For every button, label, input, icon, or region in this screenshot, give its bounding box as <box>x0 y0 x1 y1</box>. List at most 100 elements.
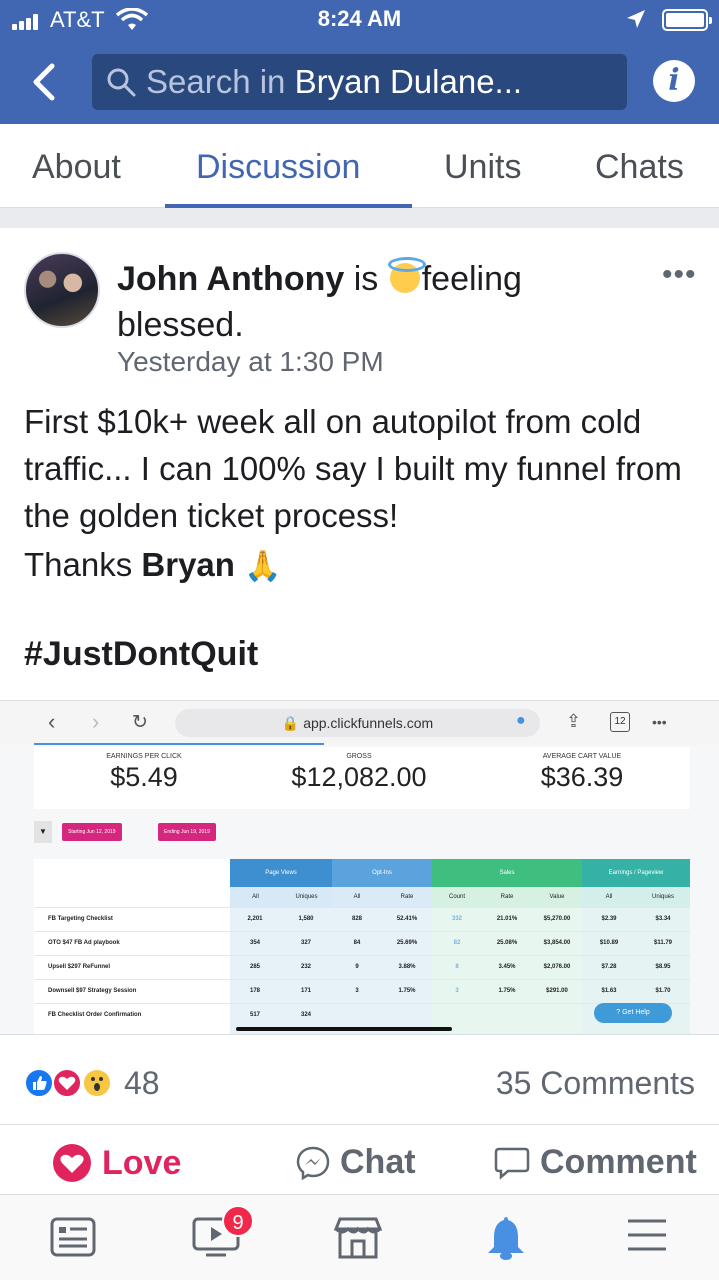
header-opt-ins: Opt-Ins <box>332 859 432 887</box>
sub-header: Uniques <box>281 887 332 907</box>
share-icon: ⇪ <box>566 711 582 731</box>
browser-url-bar: 🔒 app.clickfunnels.com <box>175 709 540 737</box>
comment-label: Comment <box>540 1143 697 1181</box>
table-cell: 25.08% <box>496 940 518 946</box>
chat-button[interactable]: Chat <box>296 1143 416 1182</box>
post-timestamp[interactable]: Yesterday at 1:30 PM <box>117 346 384 378</box>
row-name: FB Checklist Order Confirmation <box>48 1012 142 1018</box>
metric-value: $12,082.00 <box>291 762 427 792</box>
menu-icon[interactable] <box>626 1215 668 1255</box>
metric-label: EARNINGS PER CLICK <box>106 753 182 760</box>
sub-header: Uniques <box>636 887 690 907</box>
metric-label: AVERAGE CART VALUE <box>542 753 622 760</box>
search-input[interactable]: Search in Bryan Dulane... <box>92 54 627 110</box>
table-cell: $291.00 <box>546 988 568 994</box>
comment-count[interactable]: 35 Comments <box>496 1065 695 1102</box>
table-cell: 3 <box>355 988 359 994</box>
search-icon <box>107 68 136 97</box>
group-tabs: About Discussion Units Chats <box>0 124 719 208</box>
table-row: FB Targeting Checklist 2,201 1,580 828 52.41… <box>34 907 690 931</box>
wow-reaction-icon <box>82 1068 112 1098</box>
table-cell: 3 <box>455 988 459 994</box>
info-icon[interactable]: i <box>653 60 695 102</box>
table-cell: 332 <box>451 916 462 922</box>
tab-discussion[interactable]: Discussion <box>196 148 360 187</box>
messenger-icon <box>296 1146 330 1180</box>
avatar[interactable] <box>24 252 100 328</box>
table-row: Downsell $97 Strategy Session 178 171 3 1.75… <box>34 979 690 1003</box>
more-options-icon[interactable]: ••• <box>662 258 697 292</box>
row-name: FB Targeting Checklist <box>48 916 113 922</box>
sub-header: All <box>230 887 281 907</box>
table-cell: 84 <box>353 940 361 946</box>
table-row: Upsell $297 ReFunnel 285 232 9 3.88% 8 3.45% $2… <box>34 955 690 979</box>
love-button[interactable]: Love <box>52 1143 181 1183</box>
table-cell: 1.75% <box>398 988 416 994</box>
table-cell: 1,580 <box>298 916 314 922</box>
halo-smile-emoji-icon <box>387 257 426 293</box>
battery-icon <box>662 9 712 31</box>
table-cell: 828 <box>351 916 362 922</box>
comment-button[interactable]: Comment <box>494 1143 697 1182</box>
feeling-word: feeling <box>421 260 522 298</box>
author-name[interactable]: John Anthony <box>117 260 344 298</box>
table-cell: $5,270.00 <box>543 916 571 922</box>
header-earnings: Earnings / Pageview <box>582 859 690 887</box>
post-body: First $10k+ week all on autopilot from c… <box>24 398 694 590</box>
table-cell: 327 <box>300 940 311 946</box>
notifications-bell-icon[interactable] <box>484 1215 528 1261</box>
header-page-views: Page Views <box>230 859 332 887</box>
table-cell: 2,201 <box>247 916 263 922</box>
praying-hands-emoji-icon: 🙏 <box>244 550 282 583</box>
love-reaction-icon <box>52 1068 82 1098</box>
metric-value: $5.49 <box>110 762 178 792</box>
table-cell: 517 <box>249 1012 260 1018</box>
top-header: AT&T 8:24 AM Search in Bryan Dulane... i <box>0 0 719 124</box>
comment-bubble-icon <box>494 1147 530 1180</box>
table-cell: $1.70 <box>655 988 671 994</box>
reload-icon: ↻ <box>132 712 148 733</box>
back-arrow-icon[interactable] <box>30 62 58 102</box>
love-label: Love <box>102 1143 182 1182</box>
table-cell: $7.28 <box>601 964 617 970</box>
metric-value: $36.39 <box>540 762 624 792</box>
sub-header: Rate <box>382 887 432 907</box>
metric-avg-cart: AVERAGE CART VALUE $36.39 <box>522 753 642 793</box>
sub-header: Count <box>432 887 482 907</box>
table-cell: $3.34 <box>655 916 671 922</box>
metric-epc: EARNINGS PER CLICK $5.49 <box>84 753 204 793</box>
table-cell: 1.75% <box>498 988 516 994</box>
chat-label: Chat <box>340 1143 416 1181</box>
table-row: FB Checklist Order Confirmation 517 324 <box>34 1003 690 1027</box>
table-cell: 354 <box>249 940 260 946</box>
table-cell: 82 <box>453 940 461 946</box>
table-cell: $2,076.00 <box>543 964 571 970</box>
thanks-name[interactable]: Bryan <box>141 546 235 583</box>
table-cell: 8 <box>455 964 459 970</box>
post-header-text: John Anthony is feeling blessed. <box>117 256 637 348</box>
status-bar: AT&T 8:24 AM <box>0 0 719 40</box>
hashtag-link[interactable]: #JustDontQuit <box>24 635 258 674</box>
reaction-count: 48 <box>124 1065 160 1101</box>
get-help-button: ? Get Help <box>594 1003 672 1023</box>
post-text: First $10k+ week all on autopilot from c… <box>24 403 682 534</box>
browser-toolbar: ‹ › ↻ 🔒 app.clickfunnels.com ● ⇪ 12 ••• <box>0 701 719 745</box>
marketplace-icon[interactable] <box>334 1215 382 1261</box>
reaction-summary[interactable]: 48 35 Comments <box>0 1034 719 1124</box>
browser-url: app.clickfunnels.com <box>303 715 434 731</box>
notification-badge: 9 <box>222 1205 254 1237</box>
tab-about[interactable]: About <box>32 148 121 187</box>
news-feed-icon[interactable] <box>50 1215 96 1259</box>
metric-label: GROSS <box>346 753 372 760</box>
post-image[interactable]: ‹ › ↻ 🔒 app.clickfunnels.com ● ⇪ 12 ••• … <box>0 700 719 1034</box>
table-cell: 324 <box>300 1012 311 1018</box>
sub-header: All <box>332 887 382 907</box>
tab-units[interactable]: Units <box>444 148 521 187</box>
table-cell: $1.63 <box>601 988 617 994</box>
stats-table: Page Views Opt-Ins Sales Earnings / Page… <box>34 859 690 1034</box>
browser-forward-icon: › <box>92 709 100 734</box>
feeling-state: blessed. <box>117 306 244 344</box>
tab-chats[interactable]: Chats <box>595 148 684 187</box>
table-cell: 21.01% <box>496 916 518 922</box>
sub-header: Value <box>532 887 582 907</box>
